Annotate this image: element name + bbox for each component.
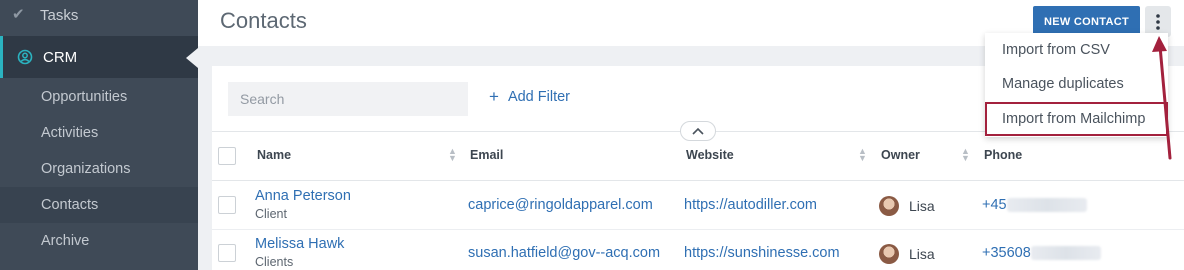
annotation-arrow <box>1152 36 1172 160</box>
